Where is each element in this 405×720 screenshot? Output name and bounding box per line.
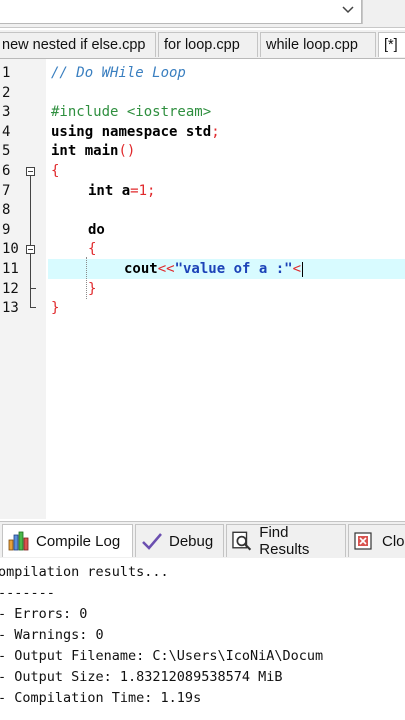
tab-unsaved[interactable]: [*]	[378, 32, 405, 57]
line-number: 7	[2, 183, 11, 199]
code-line: 2	[0, 83, 405, 103]
tab-new-nested-if-else[interactable]: new nested if else.cpp	[0, 32, 156, 57]
identifier: main	[84, 143, 119, 159]
punctuation: ;	[147, 183, 156, 199]
text-caret	[302, 261, 304, 277]
number: 1	[138, 183, 148, 199]
file-tabs: new nested if else.cpp for loop.cpp whil…	[0, 30, 405, 59]
code-line: 3 #include <iostream>	[0, 102, 405, 122]
line-number: 13	[2, 300, 19, 316]
tab-find-results[interactable]: Find Results	[226, 524, 346, 558]
keyword: using	[51, 124, 94, 140]
fold-toggle-main[interactable]	[26, 167, 35, 176]
code-editor[interactable]: 1 // Do WHile Loop 2 3 #include <iostrea…	[0, 59, 405, 519]
code-line: 8	[0, 200, 405, 220]
code-line: 13 }	[0, 298, 405, 318]
top-toolbar	[0, 0, 405, 28]
operator: <	[292, 261, 302, 277]
checkmark-icon	[142, 533, 162, 550]
function-dropdown[interactable]	[0, 0, 362, 24]
punctuation: ()	[118, 143, 136, 159]
close-results-icon	[354, 532, 372, 550]
log-line: ompilation results...	[0, 564, 169, 580]
indent-guide	[86, 257, 87, 299]
operator: <<	[157, 261, 175, 277]
brace: }	[88, 281, 97, 297]
line-number: 1	[2, 65, 11, 81]
line-number: 5	[2, 143, 11, 159]
code-line: 5 int main()	[0, 141, 405, 161]
code-line: 7 int a=1;	[0, 181, 405, 201]
keyword: namespace	[101, 124, 178, 140]
tab-label: Compile Log	[36, 532, 121, 550]
code-line: 10 {	[0, 239, 405, 259]
bar-chart-icon	[8, 531, 29, 551]
code-line: 9 do	[0, 220, 405, 240]
toolbar-right-box	[362, 0, 405, 24]
fold-guide-end	[30, 288, 36, 289]
tab-while-loop[interactable]: while loop.cpp	[260, 32, 376, 57]
keyword: do	[88, 222, 105, 238]
find-icon	[232, 531, 252, 551]
tab-label: Clo	[382, 532, 405, 550]
preprocessor-include: #include <iostream>	[51, 104, 212, 120]
fold-toggle-do[interactable]	[26, 245, 35, 254]
code-line: 6 {	[0, 161, 405, 181]
panel-tabs: Compile Log Debug Find Results Clo	[0, 521, 405, 559]
line-number: 4	[2, 124, 11, 140]
punctuation: ;	[211, 124, 220, 140]
tab-close-results[interactable]: Clo	[348, 524, 405, 557]
line-number: 9	[2, 222, 11, 238]
identifier: std	[185, 124, 212, 140]
brace: {	[51, 163, 60, 179]
tab-compile-log[interactable]: Compile Log	[2, 524, 133, 557]
keyword: int	[88, 183, 114, 199]
line-number: 6	[2, 163, 11, 179]
identifier: cout	[124, 261, 158, 277]
log-line: - Output Filename: C:\Users\IcoNiA\Docum	[0, 648, 324, 664]
code-line: 4 using namespace std;	[0, 122, 405, 142]
brace: }	[51, 300, 60, 316]
tab-label: Debug	[169, 532, 214, 550]
operator: =	[130, 183, 139, 199]
string-literal: "value of a :"	[174, 261, 293, 277]
line-number: 12	[2, 281, 19, 297]
line-number: 10	[2, 241, 19, 257]
line-number: 2	[2, 85, 11, 101]
tab-label: Find Results	[259, 524, 310, 558]
log-line: - Warnings: 0	[0, 627, 104, 643]
chevron-down-icon[interactable]	[341, 2, 355, 16]
comment: // Do WHile Loop	[51, 65, 186, 81]
log-line: - Output Size: 1.83212089538574 MiB	[0, 669, 283, 685]
fold-guide-end	[30, 307, 36, 308]
identifier: a	[121, 183, 131, 199]
code-line: 1 // Do WHile Loop	[0, 63, 405, 83]
keyword: int	[51, 143, 77, 159]
log-line: -------	[0, 585, 55, 601]
brace: {	[88, 241, 97, 257]
line-number: 8	[2, 202, 11, 218]
compile-log-output[interactable]: ompilation results... ------- - Errors: …	[0, 558, 405, 720]
tab-for-loop[interactable]: for loop.cpp	[158, 32, 258, 57]
current-line[interactable]: 11 cout<<"value of a :"<	[0, 259, 405, 279]
log-line: - Errors: 0	[0, 606, 88, 622]
code-line: 12 }	[0, 279, 405, 299]
log-line: - Compilation Time: 1.19s	[0, 690, 202, 706]
line-number: 11	[2, 261, 19, 277]
line-number: 3	[2, 104, 11, 120]
tab-debug[interactable]: Debug	[135, 524, 224, 557]
